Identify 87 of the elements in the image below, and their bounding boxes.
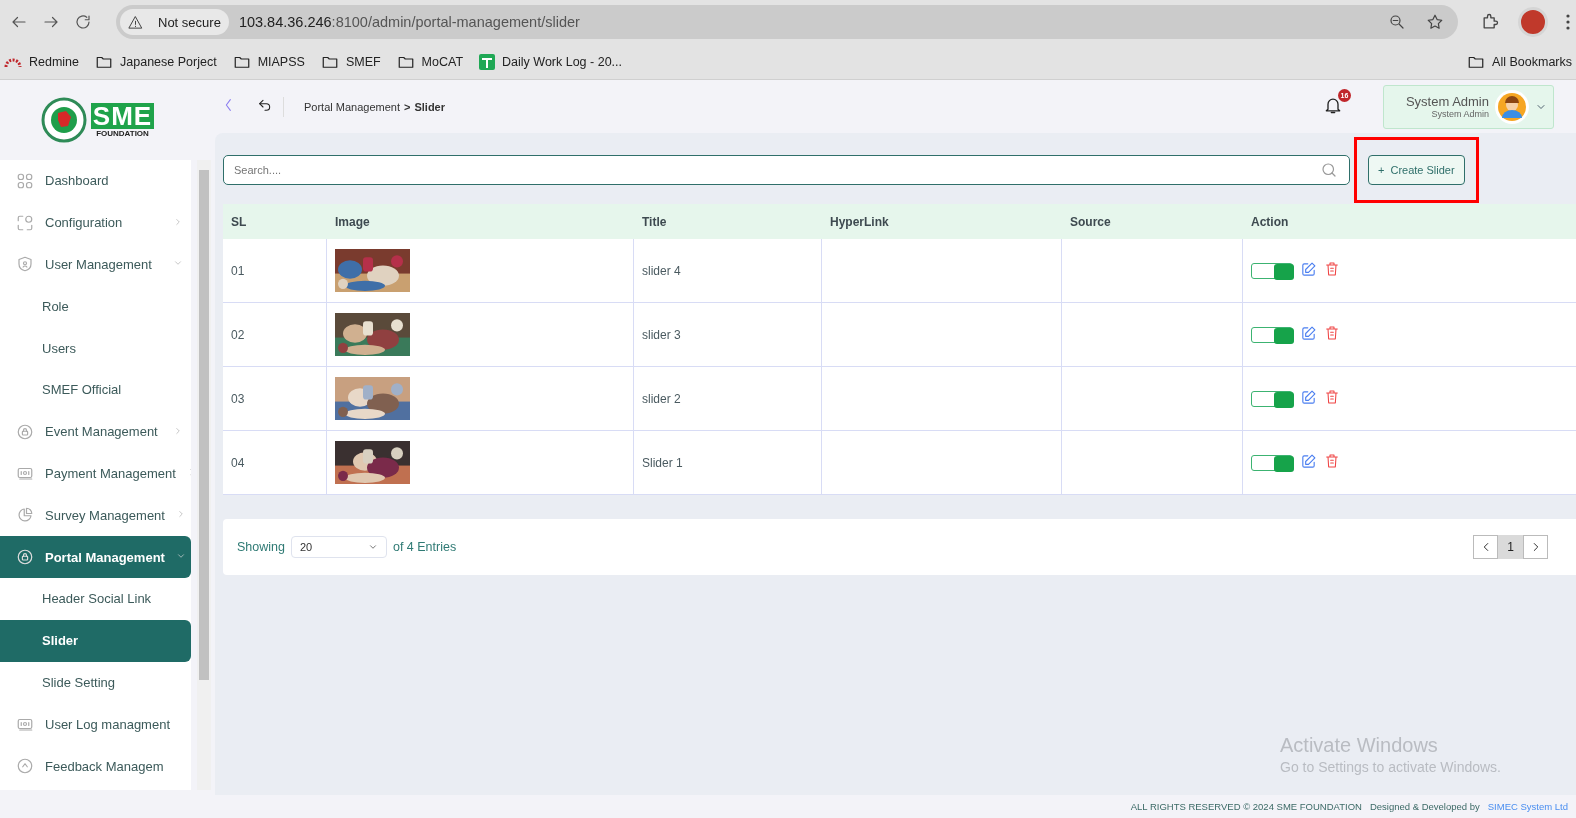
toggle-switch[interactable] <box>1251 454 1293 471</box>
toggle-switch[interactable] <box>1251 390 1293 407</box>
showing-label: Showing <box>237 540 285 554</box>
column-header: HyperLink <box>829 214 890 229</box>
page-size-select[interactable]: 20 <box>290 536 387 558</box>
chevron-down-icon <box>367 542 378 552</box>
search-icon <box>1320 161 1338 179</box>
table-cell: 04 <box>231 455 245 470</box>
table-cell: slider 3 <box>642 327 681 342</box>
profile-avatar[interactable] <box>1518 7 1548 37</box>
url-text: 103.84.36.246:8100/admin/portal-management/slider <box>238 14 581 30</box>
shapes-icon <box>16 213 34 232</box>
column-header: Source <box>1069 214 1112 229</box>
bookmark[interactable]: All Bookmarks <box>1467 52 1572 71</box>
bookmark[interactable]: Redmine <box>4 54 80 69</box>
submenu-item[interactable]: Slider <box>0 619 191 662</box>
lock-icon <box>16 548 34 567</box>
warning-icon <box>128 14 143 30</box>
bookmark[interactable]: Daily Work Log - 20... <box>479 53 622 70</box>
breadcrumb-separator: > <box>404 100 411 113</box>
avatar-icon <box>1495 89 1529 124</box>
lock-icon <box>16 422 34 441</box>
menu-item[interactable]: Portal Management <box>0 536 191 578</box>
user-menu[interactable]: System Admin System Admin <box>1382 84 1554 129</box>
next-page-button[interactable] <box>1523 535 1548 559</box>
submenu-item[interactable]: Slide Setting <box>0 661 191 704</box>
menu-item[interactable]: Dashboard <box>0 160 191 202</box>
menu-item[interactable]: Configuration <box>0 201 191 244</box>
table-cell: 01 <box>231 263 245 278</box>
trash-icon <box>1324 325 1340 341</box>
menu-item[interactable]: Survey Management <box>0 494 191 537</box>
table-cell: Slider 1 <box>642 455 683 470</box>
user-role: System Admin <box>1431 109 1489 119</box>
menu-item[interactable]: Feedback Managem <box>0 745 191 787</box>
bookmark[interactable]: MIAPSS <box>232 52 305 71</box>
trash-icon <box>1324 453 1340 469</box>
emblem-icon <box>40 97 87 143</box>
table-cell: slider 2 <box>642 391 681 406</box>
entries-label: of 4 Entries <box>392 540 457 554</box>
create-button[interactable]: + Create Slider <box>1368 155 1465 185</box>
menu-item[interactable]: Payment Management <box>0 452 191 495</box>
menu-item[interactable]: Event Management <box>0 410 191 453</box>
toggle-switch[interactable] <box>1251 326 1293 343</box>
bookmark[interactable]: Japanese Porject <box>95 52 217 71</box>
search-field[interactable]: Search.... <box>223 155 1350 185</box>
copyright-text: ALL RIGHTS RESERVED © 2024 SME FOUNDATION <box>1130 801 1362 812</box>
trash-icon <box>1324 389 1340 405</box>
submenu-item[interactable]: SMEF Official <box>0 369 191 411</box>
logo-subtitle: FOUNDATION <box>96 128 149 138</box>
submenu-item[interactable]: Header Social Link <box>0 577 191 620</box>
page-button[interactable]: 1 <box>1498 535 1523 559</box>
user-name: System Admin <box>1405 94 1489 109</box>
logo-wordmark: SME <box>90 102 155 129</box>
bookmark[interactable]: SMEF <box>320 52 381 71</box>
submenu-item[interactable]: Role <box>0 285 191 328</box>
grid-icon <box>16 171 34 190</box>
zoom-out-icon <box>1388 13 1406 31</box>
edit-icon <box>1300 452 1317 470</box>
credit-text: Designed & Developed by <box>1369 801 1480 812</box>
shield-icon <box>16 255 34 274</box>
scrollbar[interactable] <box>197 160 211 790</box>
table-cell: 03 <box>231 391 245 406</box>
reload-icon <box>74 13 92 31</box>
edit-icon <box>1300 324 1317 342</box>
toggle-switch[interactable] <box>1251 262 1293 279</box>
trash-icon <box>1324 261 1340 277</box>
column-header: Action <box>1250 214 1290 229</box>
table-cell: slider 4 <box>642 263 681 278</box>
pie-chart-icon <box>16 506 34 525</box>
more-icon[interactable] <box>1566 14 1570 30</box>
sheet-icon <box>479 53 496 70</box>
previous-page-button[interactable] <box>1473 535 1498 559</box>
address-bar[interactable]: Not secure 103.84.36.246:8100/admin/portal-management/slider <box>116 5 1458 39</box>
column-header: SL <box>230 214 248 229</box>
edit-icon <box>1300 260 1317 278</box>
breadcrumb-link[interactable]: Portal Management <box>304 100 400 113</box>
star-icon <box>1426 13 1444 31</box>
edit-icon <box>1300 388 1317 406</box>
menu-item[interactable]: User Management <box>0 243 191 286</box>
menu-item[interactable]: User Log managment <box>0 703 191 746</box>
submenu-item[interactable]: Users <box>0 327 191 369</box>
breadcrumb-current: Slider <box>414 100 445 113</box>
bookmark[interactable]: MoCAT <box>396 52 464 71</box>
column-header: Title <box>641 214 668 229</box>
column-header: Image <box>334 214 371 229</box>
security-chip[interactable]: Not secure <box>120 9 229 35</box>
table-cell: 02 <box>231 327 245 342</box>
